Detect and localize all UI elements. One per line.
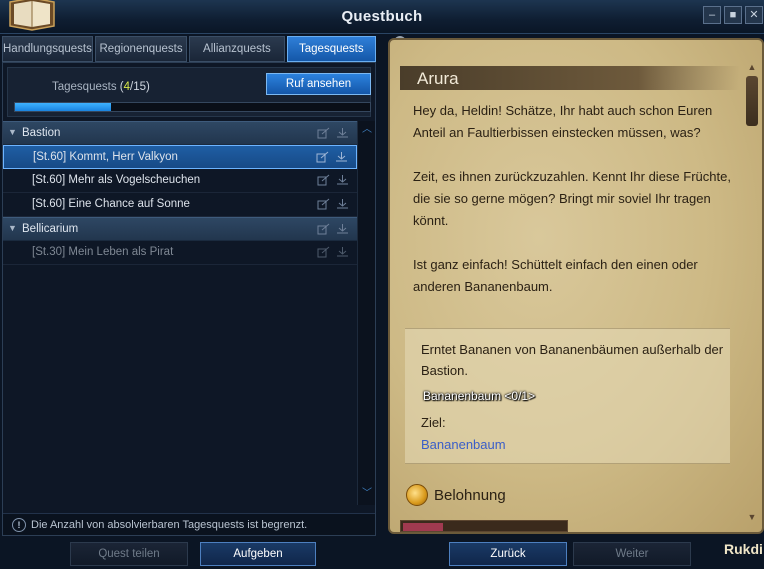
scroll-down-icon[interactable]: ▼ — [745, 512, 759, 522]
tab-allianzquests[interactable]: Allianzquests — [189, 36, 285, 62]
weiter-button[interactable]: Weiter — [573, 542, 691, 566]
daily-progress-fill — [15, 103, 111, 111]
daily-progress-bar — [14, 102, 371, 112]
zurueck-button[interactable]: Zurück — [449, 542, 567, 566]
track-quest-icon[interactable] — [336, 174, 349, 186]
scroll-up-icon[interactable]: ︿ — [361, 125, 373, 135]
dialog-paragraph: Hey da, Heldin! Schätze, Ihr habt auch s… — [413, 103, 713, 140]
lock-icon[interactable]: ■ — [724, 6, 742, 24]
npc-name: Arura — [417, 69, 459, 88]
group-header-bellicarium[interactable]: ▼ Bellicarium — [3, 217, 357, 241]
info-icon: ! — [12, 518, 26, 532]
group-name: Bellicarium — [22, 223, 79, 235]
group-name: Bastion — [22, 127, 61, 139]
track-quest-icon[interactable] — [336, 246, 349, 258]
quest-name: [St.30] Mein Leben als Pirat — [32, 246, 174, 258]
dialog-paragraph: Ist ganz einfach! Schüttelt einfach den … — [413, 257, 698, 294]
quest-name: [St.60] Eine Chance auf Sonne — [32, 198, 190, 210]
quest-objective-box: Erntet Bananen von Bananenbäumen außerha… — [405, 328, 730, 464]
reward-item-icon[interactable] — [403, 523, 443, 531]
tab-regionenquests[interactable]: Regionenquests — [94, 36, 188, 62]
quest-row[interactable]: [St.60] Kommt, Herr Valkyon — [3, 145, 357, 169]
close-button[interactable]: ✕ — [745, 6, 763, 24]
objective-progress: Bananenbaum <0/1> — [423, 389, 536, 403]
share-quest-icon[interactable] — [317, 127, 330, 139]
character-name: Rukdi — [724, 541, 763, 557]
share-quest-icon[interactable] — [317, 246, 330, 258]
dialog-paragraph: Zeit, es ihnen zurückzuzahlen. Kennt Ihr… — [413, 169, 731, 228]
scroll-up-icon[interactable]: ▲ — [745, 62, 759, 72]
quest-list: ▼ Bastion [St.60] Kommt, Herr Valkyon [S… — [3, 121, 357, 505]
share-quest-icon[interactable] — [316, 151, 329, 163]
track-quest-icon[interactable] — [336, 127, 349, 139]
tab-tagesquests[interactable]: Tagesquests — [286, 36, 376, 62]
collapse-caret-icon[interactable]: ▼ — [8, 223, 17, 233]
group-header-bastion[interactable]: ▼ Bastion — [3, 121, 357, 145]
target-link[interactable]: Bananenbaum — [421, 437, 506, 452]
track-quest-icon[interactable] — [335, 151, 348, 163]
scroll-thumb[interactable] — [746, 76, 758, 126]
quest-list-scrollbar[interactable]: ︿ ﹀ — [357, 121, 375, 505]
window-title: Questbuch — [341, 8, 423, 25]
quest-tabs: Handlungsquests Regionenquests Allianzqu… — [2, 36, 376, 62]
ruf-ansehen-button[interactable]: Ruf ansehen — [266, 73, 371, 95]
target-label: Ziel: — [421, 415, 446, 430]
aufgeben-button[interactable]: Aufgeben — [200, 542, 316, 566]
daily-label: Tagesquests — [52, 81, 117, 93]
gold-coin-icon — [406, 484, 428, 506]
daily-count-max: 15 — [133, 81, 147, 93]
quest-name: [St.60] Kommt, Herr Valkyon — [33, 151, 178, 163]
title-bar: Questbuch – ■ ✕ — [0, 0, 764, 34]
notice-text: Die Anzahl von absolvierbaren Tagesquest… — [31, 519, 308, 531]
scroll-down-icon[interactable]: ﹀ — [361, 489, 373, 499]
share-quest-icon[interactable] — [317, 223, 330, 235]
quest-list-panel: Tagesquests (4/15) Ruf ansehen ▼ Bastion… — [2, 62, 376, 536]
quest-row[interactable]: [St.60] Mehr als Vogelscheuchen — [3, 169, 357, 193]
quest-teilen-button[interactable]: Quest teilen — [70, 542, 188, 566]
quest-name: [St.60] Mehr als Vogelscheuchen — [32, 174, 201, 186]
minimize-button[interactable]: – — [703, 6, 721, 24]
daily-count: (4/15) — [119, 81, 150, 93]
reward-label: Belohnung — [434, 487, 506, 504]
collapse-caret-icon[interactable]: ▼ — [8, 127, 17, 137]
reward-item-strip — [400, 520, 568, 532]
track-quest-icon[interactable] — [336, 223, 349, 235]
share-quest-icon[interactable] — [317, 174, 330, 186]
daily-quest-counter: Tagesquests (4/15) Ruf ansehen — [7, 67, 371, 117]
tab-handlungsquests[interactable]: Handlungsquests — [2, 36, 93, 62]
share-quest-icon[interactable] — [317, 198, 330, 210]
objective-text: Erntet Bananen von Bananenbäumen außerha… — [421, 342, 724, 378]
detail-scrollbar[interactable]: ▲ ▼ — [745, 62, 759, 522]
quest-detail-panel: Arura Hey da, Heldin! Schätze, Ihr habt … — [388, 38, 764, 534]
daily-limit-notice: ! Die Anzahl von absolvierbaren Tagesque… — [3, 513, 375, 535]
quest-dialog: Hey da, Heldin! Schätze, Ihr habt auch s… — [413, 100, 733, 320]
quest-row[interactable]: [St.30] Mein Leben als Pirat — [3, 241, 357, 265]
quest-row[interactable]: [St.60] Eine Chance auf Sonne — [3, 193, 357, 217]
track-quest-icon[interactable] — [336, 198, 349, 210]
